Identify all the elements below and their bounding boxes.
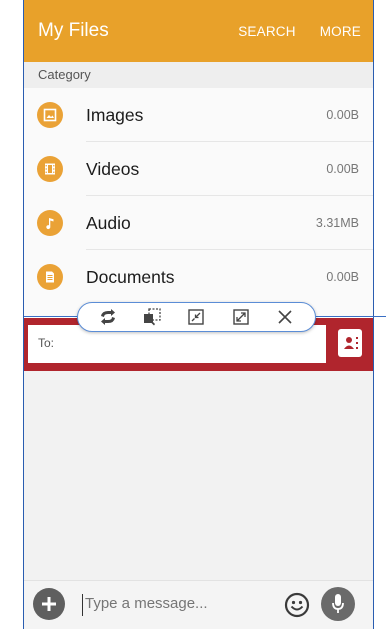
my-files-window: My Files SEARCH MORE Category Images 0.0… (24, 0, 373, 316)
message-input[interactable] (85, 595, 275, 612)
maximize-window-button[interactable] (229, 305, 253, 329)
window-border-right (373, 0, 374, 629)
plus-icon (42, 597, 56, 611)
app-bar: My Files SEARCH MORE (24, 0, 373, 62)
category-item-audio[interactable]: Audio 3.31MB (24, 196, 373, 250)
category-size: 0.00B (326, 162, 359, 176)
search-button[interactable]: SEARCH (238, 24, 295, 39)
image-icon (37, 102, 63, 128)
multiwindow-toolbar (77, 302, 316, 332)
category-label: Documents (86, 266, 175, 287)
category-label: Videos (86, 158, 140, 179)
minimize-window-icon (188, 309, 205, 325)
close-window-button[interactable] (273, 305, 297, 329)
category-item-documents[interactable]: Documents 0.00B (24, 250, 373, 304)
contacts-button[interactable] (338, 329, 362, 357)
more-button[interactable]: MORE (320, 24, 361, 39)
attach-button[interactable] (33, 588, 65, 620)
maximize-window-icon (232, 309, 249, 325)
contact-icon (344, 337, 358, 349)
category-label: Audio (86, 212, 131, 233)
category-size: 0.00B (326, 108, 359, 122)
film-icon (37, 156, 63, 182)
text-cursor (82, 594, 83, 616)
switch-windows-button[interactable] (96, 305, 120, 329)
drag-and-drop-icon (144, 308, 161, 326)
category-size: 3.31MB (315, 216, 359, 230)
category-size: 0.00B (326, 270, 359, 284)
document-icon (37, 264, 63, 290)
switch-windows-icon (101, 309, 116, 325)
category-item-images[interactable]: Images 0.00B (24, 88, 373, 142)
drag-and-drop-button[interactable] (140, 305, 164, 329)
voice-input-button[interactable] (321, 587, 355, 621)
music-note-icon (37, 210, 63, 236)
microphone-icon (332, 594, 344, 613)
compose-bar (24, 580, 373, 629)
category-header: Category (24, 62, 373, 88)
app-title: My Files (38, 20, 109, 41)
category-item-videos[interactable]: Videos 0.00B (24, 142, 373, 196)
messages-window: To: (24, 318, 373, 629)
category-label: Images (86, 104, 144, 125)
minimize-window-button[interactable] (184, 305, 208, 329)
to-label: To: (38, 336, 55, 350)
close-icon (278, 310, 292, 324)
emoji-icon[interactable] (284, 592, 310, 618)
